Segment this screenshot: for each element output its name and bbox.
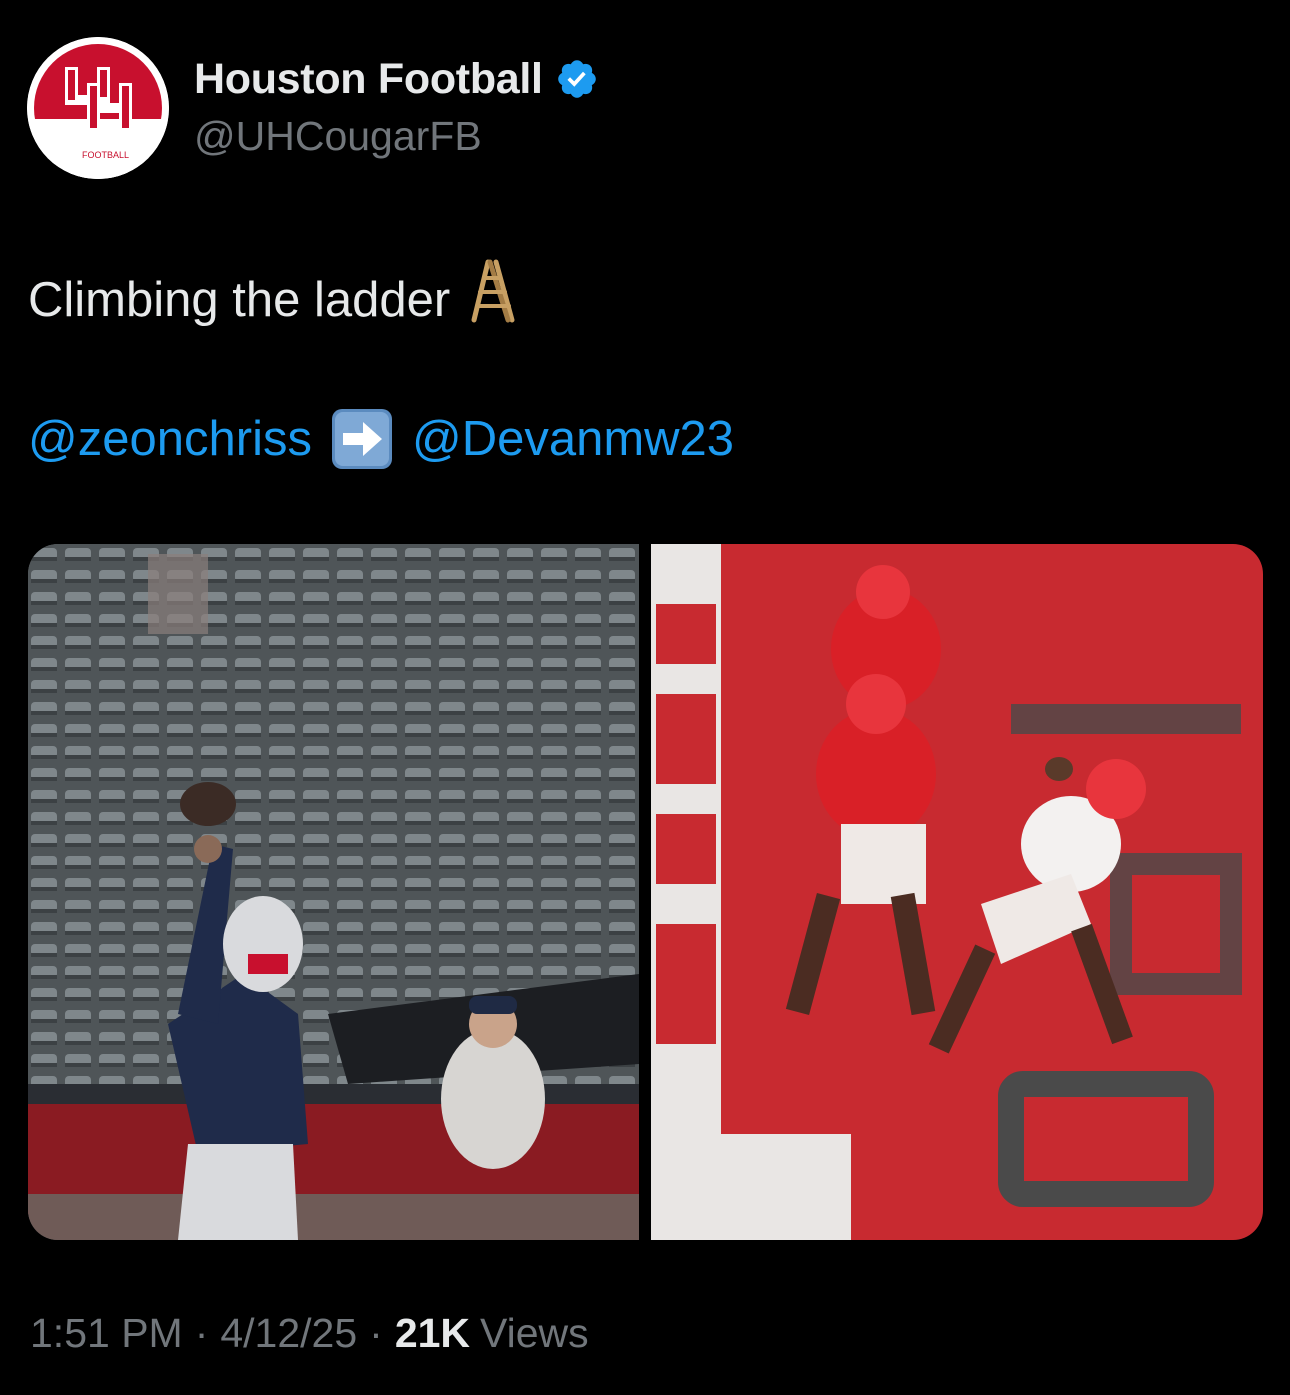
mention-link-devanmw23[interactable]: @Devanmw23 (412, 404, 734, 474)
author-names: Houston Football @UHCougarFB (194, 51, 599, 160)
tweet-date[interactable]: 4/12/25 (220, 1310, 357, 1357)
author-avatar[interactable]: FOOTBALL (27, 37, 169, 179)
tweet-meta: 1:51 PM · 4/12/25 · 21K Views (30, 1310, 589, 1357)
right-arrow-emoji-icon (331, 408, 393, 470)
views-count[interactable]: 21K (395, 1310, 470, 1357)
ladder-emoji-icon (468, 258, 520, 343)
media-photo-1[interactable] (28, 544, 639, 1240)
tweet-mentions: @zeonchriss @Devanmw23 (28, 404, 734, 474)
mention-link-zeonchriss[interactable]: @zeonchriss (28, 404, 312, 474)
display-name-row[interactable]: Houston Football (194, 51, 599, 107)
uh-football-logo-icon: FOOTBALL (27, 37, 169, 179)
author-display-name[interactable]: Houston Football (194, 55, 543, 104)
tweet-media-grid (28, 544, 1263, 1240)
tweet-time[interactable]: 1:51 PM (30, 1310, 183, 1357)
verified-badge-icon (557, 60, 596, 98)
tweet-header: FOOTBALL Houston Football @UHCougarFB (27, 37, 1263, 179)
receiver-catching-endzone-photo-icon (651, 544, 1263, 1240)
tweet-text-content: Climbing the ladder (28, 273, 451, 327)
tweet-text: Climbing the ladder (28, 258, 520, 343)
meta-separator: · (194, 1310, 209, 1356)
views-label[interactable]: Views (480, 1310, 589, 1357)
author-handle[interactable]: @UHCougarFB (194, 113, 599, 160)
meta-separator: · (369, 1310, 383, 1356)
avatar-logo-text: FOOTBALL (82, 150, 129, 160)
media-photo-2[interactable] (651, 544, 1263, 1240)
quarterback-throwing-photo-icon (28, 544, 639, 1240)
